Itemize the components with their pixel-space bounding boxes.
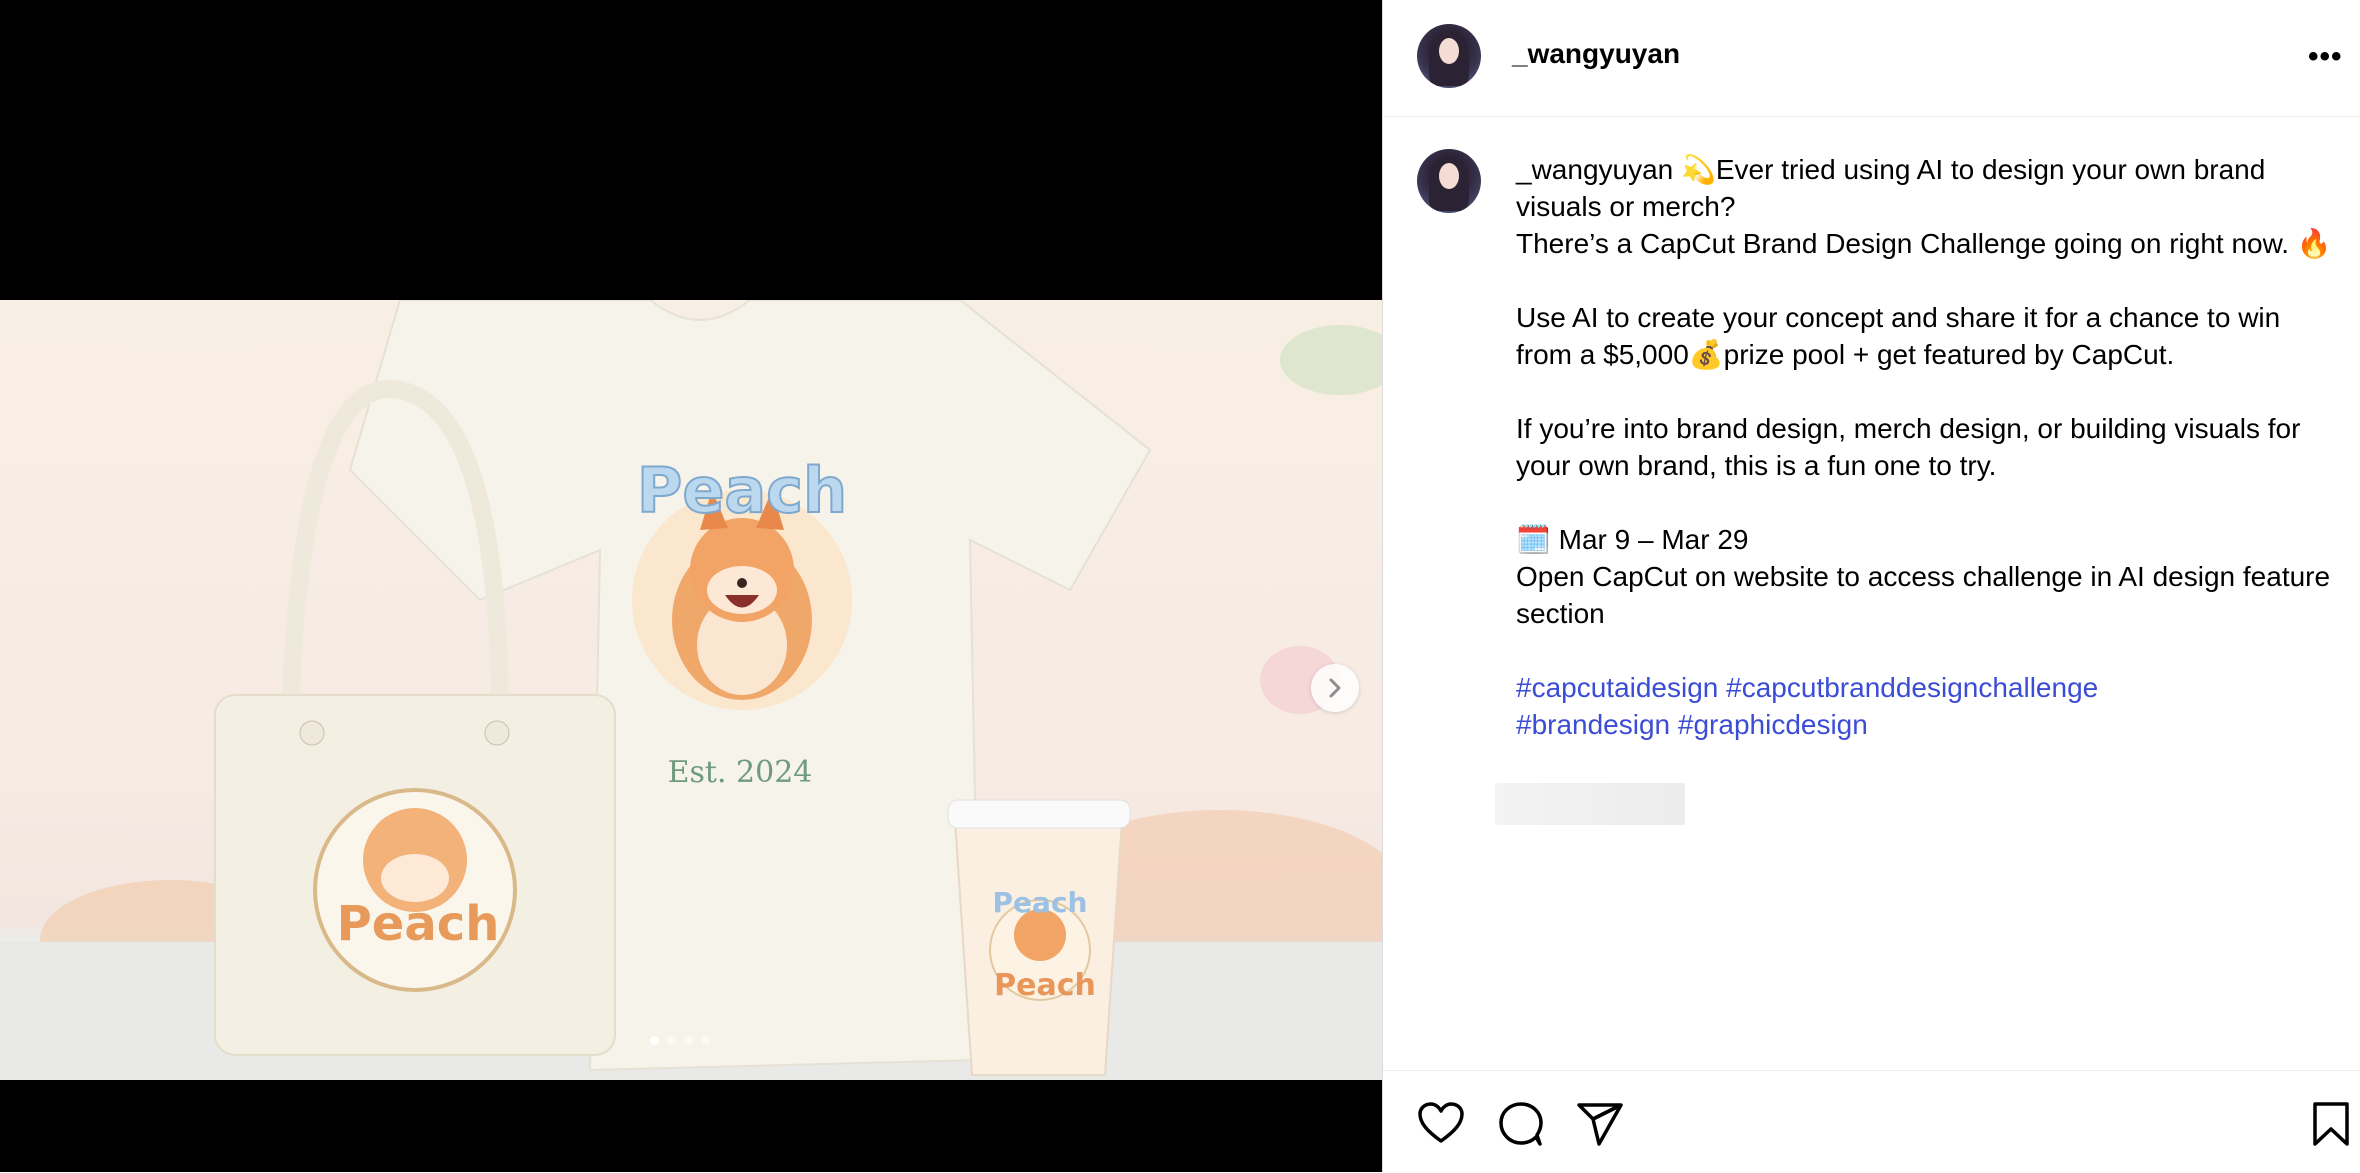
share-button[interactable] xyxy=(1575,1101,1625,1152)
merch-illustration: Peach Est. 2024 Peach Peach Peach xyxy=(0,300,1382,1080)
caption-paragraph-2: Use AI to create your concept and share … xyxy=(1516,302,2281,370)
post-username[interactable]: _wangyuyan xyxy=(1512,38,1680,70)
caption-instructions: Open CapCut on website to access challen… xyxy=(1516,561,2331,629)
post-side-panel: _wangyuyan ••• _wangyuyan 💫Ever tried us… xyxy=(1382,0,2360,1172)
save-button[interactable] xyxy=(2311,1101,2351,1152)
carousel-dot xyxy=(684,1036,693,1045)
cup-title-top: Peach xyxy=(993,886,1088,919)
action-bar xyxy=(1383,1070,2360,1173)
next-slide-button[interactable] xyxy=(1311,664,1359,712)
carousel-indicator xyxy=(650,1036,710,1045)
like-button[interactable] xyxy=(1417,1101,1465,1150)
share-icon xyxy=(1577,1103,1623,1146)
carousel-dot xyxy=(701,1036,710,1045)
carousel-dot xyxy=(650,1036,659,1045)
post-header: _wangyuyan ••• xyxy=(1383,0,2360,117)
caption-area: _wangyuyan 💫Ever tried using AI to desig… xyxy=(1383,117,2360,1067)
blurred-placeholder xyxy=(1495,783,1685,825)
avatar-face xyxy=(1439,163,1459,189)
hashtag-link[interactable]: #capcutaidesign xyxy=(1516,672,1718,703)
cup-title-bottom: Peach xyxy=(994,968,1096,1003)
bag-title: Peach xyxy=(337,896,500,952)
shirt-title: Peach xyxy=(637,454,847,527)
comment-icon xyxy=(1499,1102,1543,1146)
chevron-right-icon xyxy=(1329,678,1341,698)
post-media: Peach Est. 2024 Peach Peach Peach xyxy=(0,0,1382,1172)
shirt-subtitle: Est. 2024 xyxy=(668,755,813,790)
caption-line-2: There’s a CapCut Brand Design Challenge … xyxy=(1516,228,2332,259)
avatar-face xyxy=(1439,38,1459,64)
more-options-icon[interactable]: ••• xyxy=(2308,40,2343,74)
caption-paragraph-3: If you’re into brand design, merch desig… xyxy=(1516,413,2301,481)
carousel-dot xyxy=(667,1036,676,1045)
caption-dates: 🗓️ Mar 9 – Mar 29 xyxy=(1516,524,1749,555)
hashtag-link[interactable]: #graphicdesign xyxy=(1678,709,1868,740)
bookmark-icon xyxy=(2313,1102,2349,1146)
caption-username[interactable]: _wangyuyan xyxy=(1516,154,1673,185)
caption-avatar[interactable] xyxy=(1417,149,1481,213)
post-caption: _wangyuyan 💫Ever tried using AI to desig… xyxy=(1516,151,2336,780)
post-photo[interactable]: Peach Est. 2024 Peach Peach Peach xyxy=(0,300,1382,1080)
avatar[interactable] xyxy=(1417,24,1481,88)
heart-icon xyxy=(1418,1102,1464,1143)
hashtag-link[interactable]: #capcutbranddesignchallenge xyxy=(1726,672,2098,703)
hashtags: #capcutaidesign #capcutbranddesignchalle… xyxy=(1516,669,2336,743)
hashtag-link[interactable]: #brandesign xyxy=(1516,709,1670,740)
comment-button[interactable] xyxy=(1497,1101,1545,1152)
